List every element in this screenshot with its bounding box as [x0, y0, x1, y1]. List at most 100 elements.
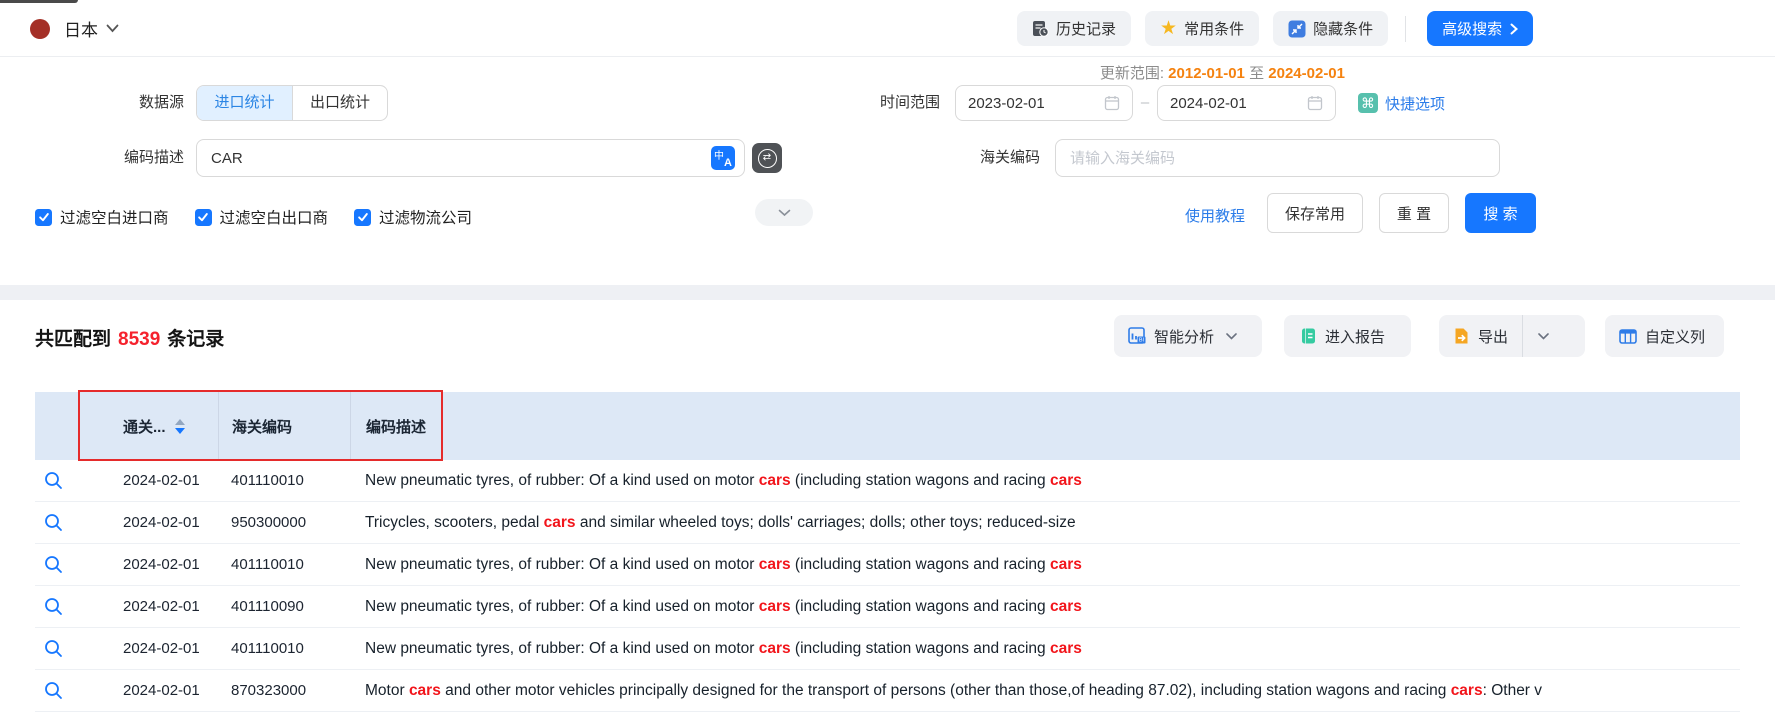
favorites-button[interactable]: ★ 常用条件 [1145, 11, 1259, 46]
code-description-cell: New pneumatic tyres, of rubber: Of a kin… [350, 556, 1740, 574]
filter-label: 过滤空白进口商 [60, 206, 169, 228]
header-cell-clearance-date[interactable]: 通关... [110, 392, 218, 460]
description-text: New pneumatic tyres, of rubber: Of a kin… [365, 598, 759, 615]
hide-conditions-label: 隐藏条件 [1313, 18, 1373, 39]
filter-label: 过滤物流公司 [379, 206, 472, 228]
magnifier-icon[interactable] [44, 597, 63, 616]
clearance-date-cell: 2024-02-01 [110, 640, 218, 657]
clearance-date-cell: 2024-02-01 [110, 556, 218, 573]
table-header: 通关... 海关编码 编码描述 [35, 392, 1740, 460]
reset-button[interactable]: 重 置 [1379, 193, 1449, 233]
code-description-label: 编码描述 [35, 139, 184, 177]
hide-conditions-button[interactable]: 隐藏条件 [1273, 11, 1388, 46]
data-source-label: 数据源 [35, 85, 184, 121]
quick-options-button[interactable]: ⌘ 快捷选项 [1358, 85, 1445, 121]
row-actions-cell [35, 681, 110, 700]
magnifier-icon[interactable] [44, 471, 63, 490]
enter-report-button[interactable]: 进入报告 [1284, 315, 1411, 357]
chevron-down-icon [1538, 333, 1549, 340]
advanced-search-label: 高级搜索 [1442, 18, 1502, 39]
command-icon: ⌘ [1358, 93, 1378, 113]
smart-analysis-button[interactable]: BI 智能分析 [1114, 315, 1262, 357]
customs-code-label: 海关编码 [890, 139, 1040, 177]
highlighted-term: cars [759, 556, 791, 573]
column-title: 编码描述 [366, 416, 426, 437]
highlighted-term: cars [544, 514, 576, 531]
magnifier-icon[interactable] [44, 639, 63, 658]
start-date-input[interactable]: 2023-02-01 [955, 85, 1133, 121]
chevron-right-icon [1510, 23, 1518, 35]
chevron-down-icon [1226, 333, 1237, 340]
code-description-cell: New pneumatic tyres, of rubber: Of a kin… [350, 472, 1740, 490]
country-flag-dot-icon [30, 19, 50, 39]
filter-blank-importer[interactable]: 过滤空白进口商 [35, 206, 169, 228]
translate-en-glyph: A [724, 157, 732, 169]
highlighted-term: cars [1050, 640, 1082, 657]
export-button[interactable]: 导出 [1439, 315, 1522, 357]
end-date-input[interactable]: 2024-02-01 [1157, 85, 1336, 121]
highlighted-term: cars [409, 682, 441, 699]
svg-text:BI: BI [1139, 338, 1145, 344]
column-title: 海关编码 [232, 416, 292, 437]
search-button[interactable]: 搜 索 [1465, 193, 1536, 233]
description-text: (including station wagons and racing [791, 640, 1050, 657]
calendar-icon [1307, 95, 1323, 111]
highlighted-term: cars [759, 598, 791, 615]
expand-conditions-button[interactable] [755, 199, 813, 226]
sort-desc-caret [175, 428, 185, 434]
section-divider [0, 285, 1775, 300]
table-row: 2024-02-01 401110090 New pneumatic tyres… [35, 586, 1740, 628]
description-text: New pneumatic tyres, of rubber: Of a kin… [365, 640, 759, 657]
description-text: and other motor vehicles principally des… [441, 682, 1451, 699]
row-actions-cell [35, 639, 110, 658]
summary-prefix: 共匹配到 [35, 329, 111, 350]
hs-code-cell: 950300000 [218, 514, 350, 531]
export-file-icon [1453, 327, 1470, 345]
update-range-start: 2012-01-01 [1168, 65, 1245, 82]
row-actions-cell [35, 555, 110, 574]
highlighted-term: cars [1050, 472, 1082, 489]
exchange-button[interactable]: ⇄ [752, 143, 782, 173]
collapse-icon [1288, 20, 1306, 38]
start-date-value: 2023-02-01 [968, 95, 1045, 112]
description-text: (including station wagons and racing [791, 472, 1050, 489]
description-text: New pneumatic tyres, of rubber: Of a kin… [365, 556, 759, 573]
country-selector[interactable]: 日本 [30, 0, 119, 57]
divider [1405, 16, 1406, 42]
translate-icon[interactable]: 中 A [711, 146, 735, 170]
calendar-icon [1104, 95, 1120, 111]
magnifier-icon[interactable] [44, 555, 63, 574]
advanced-search-button[interactable]: 高级搜索 [1427, 11, 1533, 46]
table-row: 2024-02-01 401110010 New pneumatic tyres… [35, 628, 1740, 670]
filter-checkboxes: 过滤空白进口商 过滤空白出口商 过滤物流公司 [35, 204, 472, 230]
save-common-button[interactable]: 保存常用 [1267, 193, 1363, 233]
history-button[interactable]: 历史记录 [1017, 11, 1131, 46]
highlighted-term: cars [1451, 682, 1483, 699]
tutorial-link[interactable]: 使用教程 [1185, 204, 1245, 230]
topbar-actions: 历史记录 ★ 常用条件 隐藏条件 高级搜索 [1017, 11, 1533, 46]
filter-logistics-company[interactable]: 过滤物流公司 [354, 206, 472, 228]
data-source-tabs: 进口统计 出口统计 [196, 85, 388, 121]
update-range-end: 2024-02-01 [1268, 65, 1345, 82]
topbar: 日本 历史记录 ★ 常用条件 [0, 0, 1775, 57]
code-description-input[interactable] [196, 139, 745, 177]
column-title: 通关... [123, 416, 166, 437]
magnifier-icon[interactable] [44, 513, 63, 532]
row-actions-cell [35, 513, 110, 532]
magnifier-icon[interactable] [44, 681, 63, 700]
clearance-date-cell: 2024-02-01 [110, 682, 218, 699]
custom-columns-button[interactable]: 自定义列 [1605, 315, 1724, 357]
export-dropdown-button[interactable] [1523, 315, 1564, 357]
tab-import-stats[interactable]: 进口统计 [197, 86, 292, 120]
hs-code-cell: 401110010 [218, 640, 350, 657]
tab-export-stats[interactable]: 出口统计 [292, 86, 387, 120]
highlighted-term: cars [759, 640, 791, 657]
results-panel: 共匹配到8539条记录 BI 智能分析 进入报告 [0, 300, 1775, 719]
sort-icon[interactable] [175, 419, 185, 434]
table-row: 2024-02-01 950300000 Tricycles, scooters… [35, 502, 1740, 544]
header-cell-hs-code: 海关编码 [218, 392, 350, 460]
filter-label: 过滤空白出口商 [220, 206, 329, 228]
export-button-group: 导出 [1439, 315, 1585, 357]
customs-code-input[interactable] [1055, 139, 1500, 177]
filter-blank-exporter[interactable]: 过滤空白出口商 [195, 206, 329, 228]
